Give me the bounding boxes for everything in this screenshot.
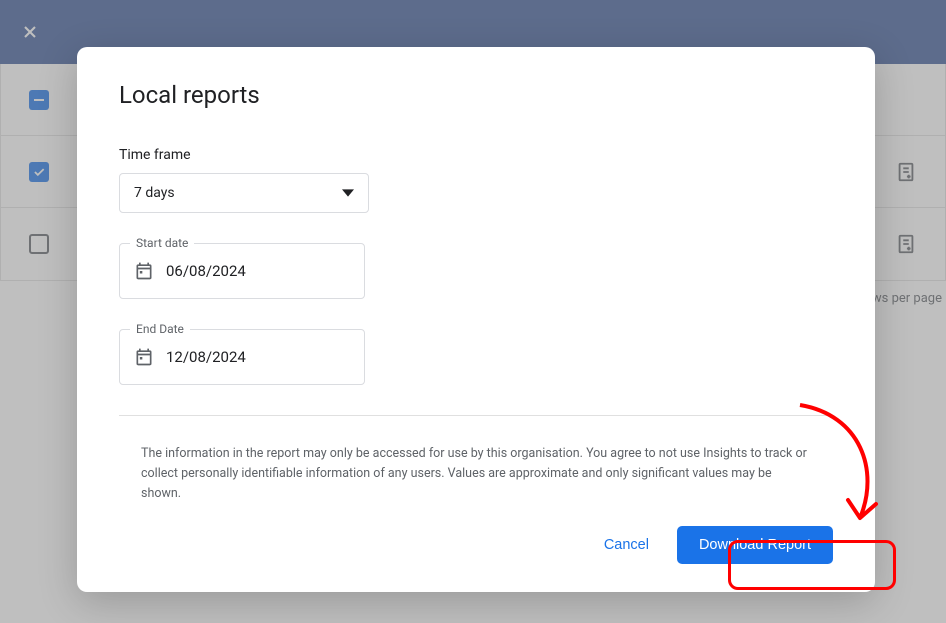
- divider: [119, 415, 833, 416]
- time-frame-value: 7 days: [134, 185, 175, 201]
- time-frame-select[interactable]: 7 days: [119, 173, 369, 213]
- chevron-down-icon: [342, 187, 354, 199]
- local-reports-dialog: Local reports Time frame 7 days Start da…: [77, 47, 875, 592]
- calendar-icon: [134, 261, 154, 281]
- start-date-label: Start date: [130, 236, 194, 250]
- start-date-value: 06/08/2024: [166, 262, 246, 280]
- end-date-field[interactable]: End Date 12/08/2024: [119, 329, 365, 385]
- start-date-field[interactable]: Start date 06/08/2024: [119, 243, 365, 299]
- disclaimer-text: The information in the report may only b…: [119, 444, 833, 504]
- end-date-label: End Date: [130, 322, 190, 336]
- cancel-button[interactable]: Cancel: [594, 529, 659, 561]
- end-date-value: 12/08/2024: [166, 348, 246, 366]
- dialog-actions: Cancel Download Report: [119, 526, 833, 564]
- download-report-button[interactable]: Download Report: [677, 526, 833, 564]
- time-frame-label: Time frame: [119, 147, 833, 163]
- dialog-title: Local reports: [119, 81, 833, 109]
- calendar-icon: [134, 347, 154, 367]
